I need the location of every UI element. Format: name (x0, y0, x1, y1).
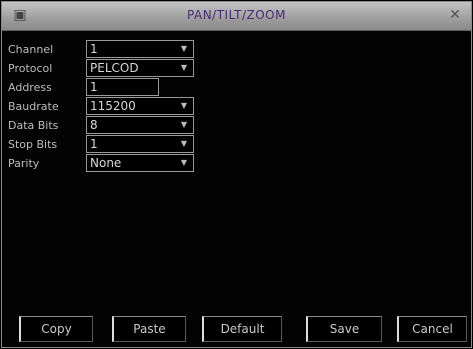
address-value: 1 (90, 80, 98, 94)
data-bits-value: 8 (90, 118, 98, 132)
window-title: PAN/TILT/ZOOM (187, 8, 286, 22)
stop-bits-select[interactable]: 1 ▼ (86, 135, 194, 153)
protocol-select[interactable]: PELCOD ▼ (86, 59, 194, 77)
title-bar[interactable]: ▣ PAN/TILT/ZOOM ✕ (2, 2, 471, 31)
chevron-down-icon: ▼ (180, 44, 187, 53)
address-label: Address (8, 81, 52, 94)
cancel-button[interactable]: Cancel (397, 316, 467, 342)
data-bits-select[interactable]: 8 ▼ (86, 116, 194, 134)
chevron-down-icon: ▼ (180, 139, 187, 148)
save-button[interactable]: Save (306, 316, 382, 342)
protocol-value: PELCOD (90, 61, 139, 75)
channel-select[interactable]: 1 ▼ (86, 40, 194, 58)
copy-button[interactable]: Copy (19, 316, 93, 342)
baudrate-value: 115200 (90, 99, 136, 113)
close-icon[interactable]: ✕ (446, 5, 464, 25)
baudrate-select[interactable]: 115200 ▼ (86, 97, 194, 115)
parity-label: Parity (8, 157, 40, 170)
protocol-label: Protocol (8, 62, 53, 75)
stop-bits-label: Stop Bits (8, 138, 58, 151)
chevron-down-icon: ▼ (180, 158, 187, 167)
channel-value: 1 (90, 42, 98, 56)
chevron-down-icon: ▼ (180, 63, 187, 72)
channel-label: Channel (8, 43, 54, 56)
default-button[interactable]: Default (202, 316, 282, 342)
stop-bits-value: 1 (90, 137, 98, 151)
baudrate-label: Baudrate (8, 100, 59, 113)
parity-value: None (90, 156, 122, 170)
chevron-down-icon: ▼ (180, 101, 187, 110)
address-field[interactable]: 1 (86, 78, 159, 96)
parity-select[interactable]: None ▼ (86, 154, 194, 172)
chevron-down-icon: ▼ (180, 120, 187, 129)
paste-button[interactable]: Paste (112, 316, 186, 342)
ptz-settings-window: ▣ PAN/TILT/ZOOM ✕ Channel 1 ▼ Protocol P… (1, 1, 472, 348)
data-bits-label: Data Bits (8, 119, 59, 132)
